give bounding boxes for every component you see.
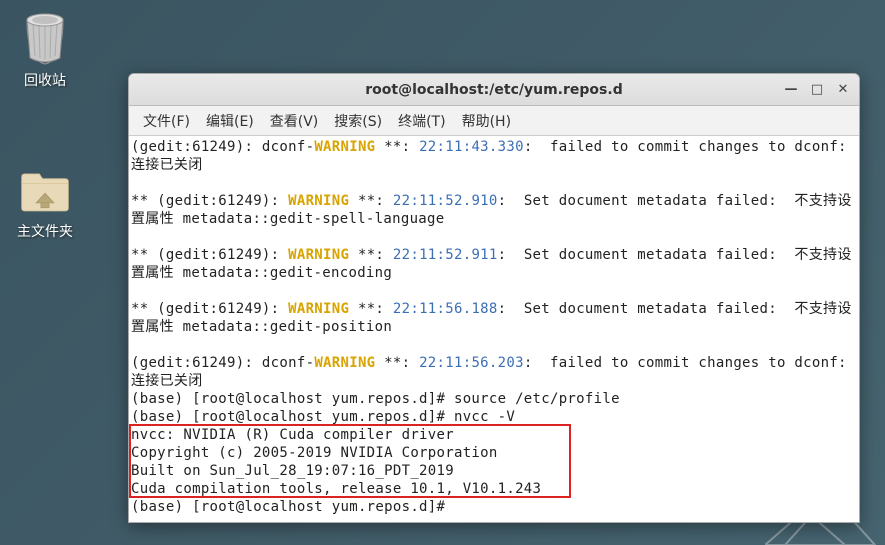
menu-file[interactable]: 文件(F) <box>135 107 198 135</box>
desktop-home-folder[interactable]: 主文件夹 <box>0 165 90 241</box>
log-line: ** (gedit:61249): WARNING **: 22:11:52.9… <box>131 193 852 227</box>
desktop-trash-label: 回收站 <box>0 70 90 90</box>
nvcc-output: nvcc: NVIDIA (R) Cuda compiler driver <box>131 427 454 443</box>
titlebar[interactable]: root@localhost:/etc/yum.repos.d — □ ✕ <box>129 74 859 106</box>
nvcc-output: Built on Sun_Jul_28_19:07:16_PDT_2019 <box>131 463 454 479</box>
menu-view[interactable]: 查看(V) <box>262 107 327 135</box>
menu-help[interactable]: 帮助(H) <box>454 107 519 135</box>
log-line: (gedit:61249): dconf-WARNING **: 22:11:5… <box>131 355 856 389</box>
desktop-home-label: 主文件夹 <box>0 221 90 241</box>
close-button[interactable]: ✕ <box>831 78 855 100</box>
desktop-trash[interactable]: 回收站 <box>0 14 90 90</box>
nvcc-output: Cuda compilation tools, release 10.1, V1… <box>131 481 541 497</box>
terminal-output[interactable]: (gedit:61249): dconf-WARNING **: 22:11:4… <box>129 136 859 522</box>
menu-edit[interactable]: 编辑(E) <box>198 107 262 135</box>
menu-search[interactable]: 搜索(S) <box>326 107 390 135</box>
prompt-line: (base) [root@localhost yum.repos.d]# <box>131 499 454 515</box>
log-line: (gedit:61249): dconf-WARNING **: 22:11:4… <box>131 139 856 173</box>
menubar: 文件(F) 编辑(E) 查看(V) 搜索(S) 终端(T) 帮助(H) <box>129 106 859 136</box>
maximize-button[interactable]: □ <box>805 78 829 100</box>
terminal-window: root@localhost:/etc/yum.repos.d — □ ✕ 文件… <box>128 73 860 523</box>
log-line: ** (gedit:61249): WARNING **: 22:11:52.9… <box>131 247 852 281</box>
prompt-line: (base) [root@localhost yum.repos.d]# sou… <box>131 391 620 407</box>
minimize-button[interactable]: — <box>779 78 803 100</box>
trash-icon <box>20 14 70 64</box>
window-title: root@localhost:/etc/yum.repos.d <box>129 82 859 98</box>
nvcc-output: Copyright (c) 2005-2019 NVIDIA Corporati… <box>131 445 498 461</box>
menu-terminal[interactable]: 终端(T) <box>390 107 453 135</box>
home-folder-icon <box>20 165 70 215</box>
prompt-line: (base) [root@localhost yum.repos.d]# nvc… <box>131 409 515 425</box>
log-line: ** (gedit:61249): WARNING **: 22:11:56.1… <box>131 301 852 335</box>
